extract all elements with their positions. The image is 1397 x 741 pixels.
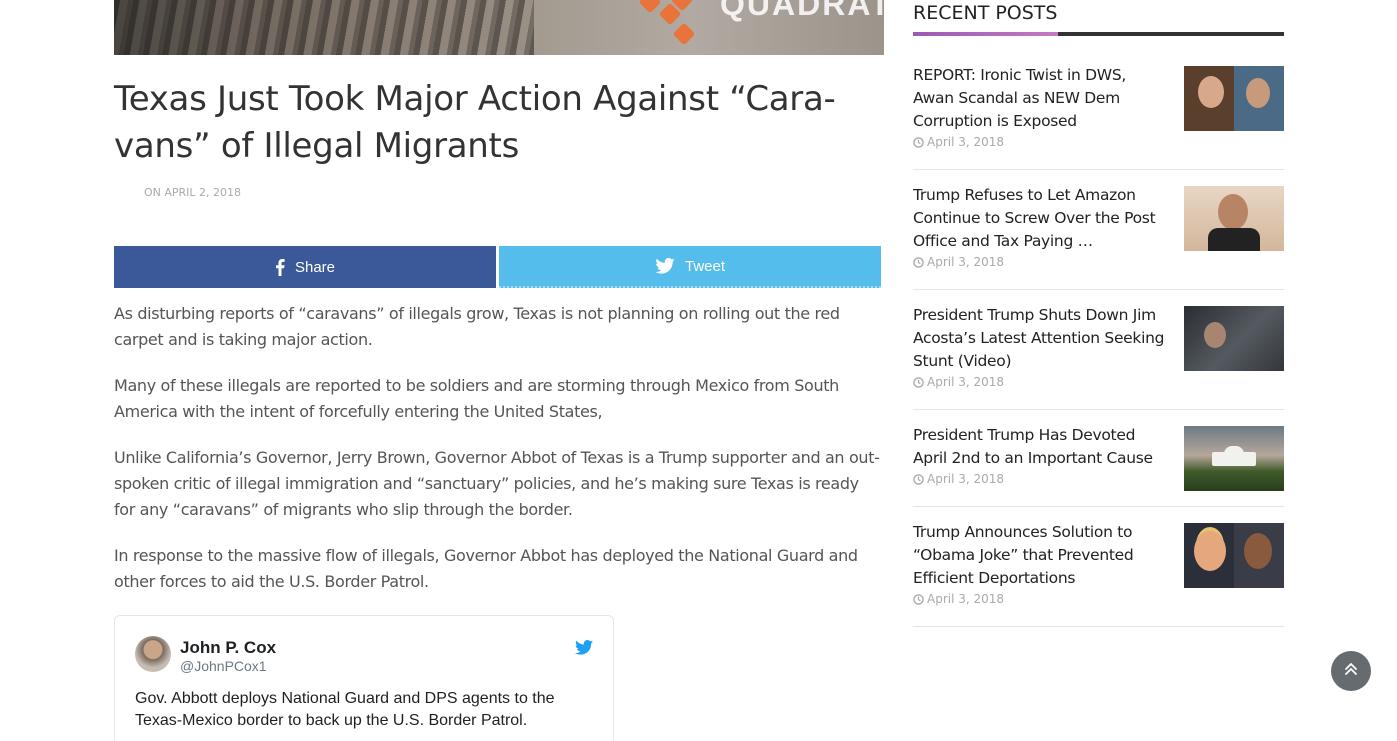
hero-crowd-graphic [114,0,534,55]
recent-post-date: April 3, 2018 [913,472,1004,486]
hero-image: QUADRATIN [114,0,884,55]
tweet-author-name[interactable]: John P. Cox [180,638,276,658]
facebook-share-button[interactable]: Share [114,246,496,288]
article-title: Texas Just Took Major Action Against “Ca… [114,79,836,166]
recent-post-item[interactable]: Trump Announces Solution to “Obama Joke”… [913,521,1284,627]
hero-logo-shape [672,22,696,46]
twitter-bird-icon [655,258,675,274]
clock-icon [913,473,924,485]
clock-icon [913,376,924,388]
twitter-share-label: Tweet [684,257,726,275]
recent-post-date-text: April 3, 2018 [927,592,1005,606]
embedded-tweet[interactable]: John P. Cox @JohnPCox1 Gov. Abbott deplo… [114,615,614,741]
recent-post-thumbnail[interactable] [1184,426,1284,491]
twitter-bird-icon[interactable] [575,640,593,660]
article-paragraph: As disturbing reports of “caravans” of i… [114,304,840,349]
recent-post-item[interactable]: President Trump Has Devoted April 2nd to… [913,424,1284,507]
recent-post-date-text: April 3, 2018 [927,255,1005,269]
recent-post-item[interactable]: Trump Refuses to Let Amazon Continue to … [913,184,1284,290]
recent-post-thumbnail[interactable] [1184,186,1284,251]
recent-post-title[interactable]: REPORT: Ironic Twist in DWS, Awan Scanda… [913,64,1168,133]
avatar[interactable] [135,636,171,672]
recent-post-title[interactable]: Trump Announces Solution to “Obama Joke”… [913,521,1168,590]
recent-post-date: April 3, 2018 [913,135,1004,149]
article-paragraph: Unlike California’s Governor, Jerry Brow… [114,448,880,519]
recent-post-thumbnail[interactable] [1184,523,1284,588]
article-paragraph: Many of these illegals are reported to b… [114,376,839,421]
sidebar-title-accent [913,32,1058,36]
sidebar-title: RECENT POSTS [913,2,1058,24]
scroll-to-top-button[interactable] [1331,651,1371,691]
recent-post-item[interactable]: President Trump Shuts Down Jim Acosta’s … [913,304,1284,410]
recent-post-item[interactable]: REPORT: Ironic Twist in DWS, Awan Scanda… [913,64,1284,170]
recent-post-thumbnail[interactable] [1184,306,1284,371]
recent-post-date: April 3, 2018 [913,592,1004,606]
recent-post-date-text: April 3, 2018 [927,135,1005,149]
facebook-share-label: Share [294,258,336,276]
clock-icon [913,256,924,268]
sidebar-title-underline [913,32,1284,36]
tweet-author-handle[interactable]: @JohnPCox1 [180,658,267,674]
tweet-text: Gov. Abbott deploys National Guard and D… [135,690,555,729]
clock-icon [913,593,924,605]
recent-post-title[interactable]: President Trump Shuts Down Jim Acosta’s … [913,304,1168,373]
recent-post-date: April 3, 2018 [913,375,1004,389]
recent-post-date: April 3, 2018 [913,255,1004,269]
facebook-icon [275,258,285,276]
recent-post-title[interactable]: Trump Refuses to Let Amazon Continue to … [913,184,1168,253]
twitter-share-button[interactable]: Tweet [499,246,881,288]
recent-post-date-text: April 3, 2018 [927,472,1005,486]
hero-brand-text: QUADRATIN [720,0,884,22]
article-body: As disturbing reports of “caravans” of i… [114,301,884,615]
recent-post-thumbnail[interactable] [1184,66,1284,131]
double-chevron-up-icon [1345,662,1357,681]
clock-icon [913,136,924,148]
hero-logo-shape [638,0,662,14]
article-date: ON APRIL 2, 2018 [144,186,242,199]
recent-post-date-text: April 3, 2018 [927,375,1005,389]
recent-post-title[interactable]: President Trump Has Devoted April 2nd to… [913,424,1168,470]
article-paragraph: In response to the massive flow of illeg… [114,546,858,591]
